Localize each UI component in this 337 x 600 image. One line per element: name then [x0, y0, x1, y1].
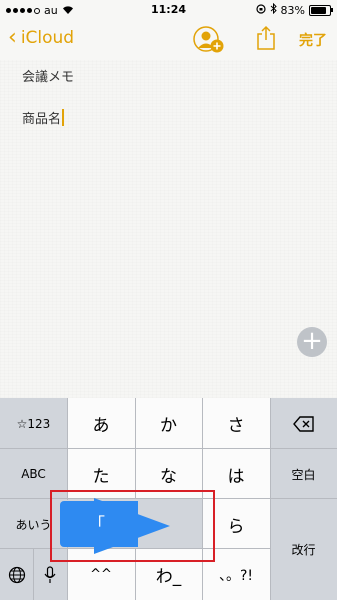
microphone-icon	[44, 565, 56, 583]
nav-bar: ‹ iCloud 完了	[0, 20, 337, 60]
globe-icon	[8, 566, 25, 583]
note-line-1: 会議メモ	[22, 70, 75, 85]
plus-icon: +	[301, 326, 323, 356]
done-button[interactable]: 完了	[299, 30, 327, 50]
text-cursor	[62, 109, 65, 126]
key-a[interactable]: あ	[67, 398, 135, 449]
add-attachment-button[interactable]: +	[297, 327, 327, 357]
back-button[interactable]: ‹ iCloud	[8, 25, 75, 50]
share-button[interactable]	[255, 25, 277, 51]
bluetooth-icon	[270, 2, 277, 17]
highlight-frame	[50, 490, 215, 562]
add-person-button[interactable]	[192, 25, 226, 55]
status-right: 83%	[255, 2, 333, 17]
battery-percent: 83%	[280, 3, 305, 17]
space-key[interactable]: 空白	[270, 449, 337, 499]
backspace-icon	[292, 415, 314, 432]
battery-icon	[309, 4, 333, 16]
rotation-lock-icon	[255, 3, 266, 17]
note-line-2: 商品名	[22, 108, 65, 127]
globe-key[interactable]	[0, 549, 33, 600]
add-person-icon	[193, 26, 224, 53]
note-line-2-text: 商品名	[22, 112, 62, 127]
share-icon	[257, 25, 275, 50]
return-key[interactable]: 改行	[270, 499, 337, 600]
key-number-mode[interactable]: ☆123	[0, 398, 67, 449]
note-editor[interactable]: 会議メモ 商品名 +	[0, 60, 337, 398]
back-label: iCloud	[20, 28, 75, 48]
key-sa[interactable]: さ	[202, 398, 270, 449]
chevron-left-icon: ‹	[8, 25, 17, 50]
backspace-key[interactable]	[270, 398, 337, 449]
key-ka[interactable]: か	[135, 398, 202, 449]
status-bar: au 11:24 83%	[0, 0, 337, 20]
